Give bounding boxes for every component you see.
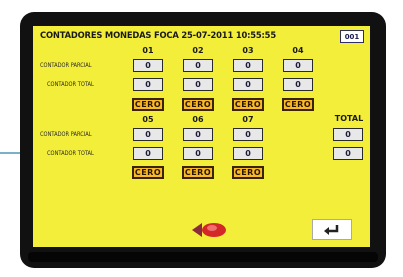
row-label-total-2: CONTADOR TOTAL bbox=[47, 150, 94, 157]
partial-counter-02: 0 bbox=[183, 59, 213, 72]
total-counter-03: 0 bbox=[233, 78, 263, 91]
screen-title: CONTADORES MONEDAS FOCA 25-07-2011 10:55… bbox=[40, 31, 276, 41]
return-icon bbox=[324, 224, 339, 235]
grand-total-partial: 0 bbox=[333, 128, 363, 141]
zero-button-05[interactable]: CERO bbox=[132, 166, 164, 179]
total-column-header: TOTAL bbox=[334, 114, 364, 123]
total-counter-02: 0 bbox=[183, 78, 213, 91]
partial-counter-05: 0 bbox=[133, 128, 163, 141]
row-label-partial: CONTADOR PARCIAL bbox=[40, 62, 92, 69]
row-label-partial-2: CONTADOR PARCIAL bbox=[40, 131, 92, 138]
grand-total-total: 0 bbox=[333, 147, 363, 160]
return-button[interactable] bbox=[312, 219, 352, 240]
arrow-left-icon[interactable] bbox=[190, 220, 230, 240]
total-counter-07: 0 bbox=[233, 147, 263, 160]
zero-button-02[interactable]: CERO bbox=[182, 98, 214, 111]
page-number-button[interactable]: 001 bbox=[340, 30, 364, 43]
zero-button-06[interactable]: CERO bbox=[182, 166, 214, 179]
column-header-02: 02 bbox=[192, 46, 204, 55]
total-counter-05: 0 bbox=[133, 147, 163, 160]
total-counter-01: 0 bbox=[133, 78, 163, 91]
partial-counter-07: 0 bbox=[233, 128, 263, 141]
touch-screen: CONTADORES MONEDAS FOCA 25-07-2011 10:55… bbox=[33, 26, 370, 247]
total-counter-06: 0 bbox=[183, 147, 213, 160]
zero-button-03[interactable]: CERO bbox=[232, 98, 264, 111]
partial-counter-01: 0 bbox=[133, 59, 163, 72]
row-label-total: CONTADOR TOTAL bbox=[47, 81, 94, 88]
bezel-bottom-strip bbox=[28, 252, 378, 262]
zero-button-07[interactable]: CERO bbox=[232, 166, 264, 179]
zero-button-04[interactable]: CERO bbox=[282, 98, 314, 111]
zero-button-01[interactable]: CERO bbox=[132, 98, 164, 111]
partial-counter-03: 0 bbox=[233, 59, 263, 72]
column-header-07: 07 bbox=[242, 115, 254, 124]
total-counter-04: 0 bbox=[283, 78, 313, 91]
column-header-04: 04 bbox=[292, 46, 304, 55]
column-header-05: 05 bbox=[142, 115, 154, 124]
partial-counter-06: 0 bbox=[183, 128, 213, 141]
column-header-06: 06 bbox=[192, 115, 204, 124]
partial-counter-04: 0 bbox=[283, 59, 313, 72]
column-header-03: 03 bbox=[242, 46, 254, 55]
column-header-01: 01 bbox=[142, 46, 154, 55]
